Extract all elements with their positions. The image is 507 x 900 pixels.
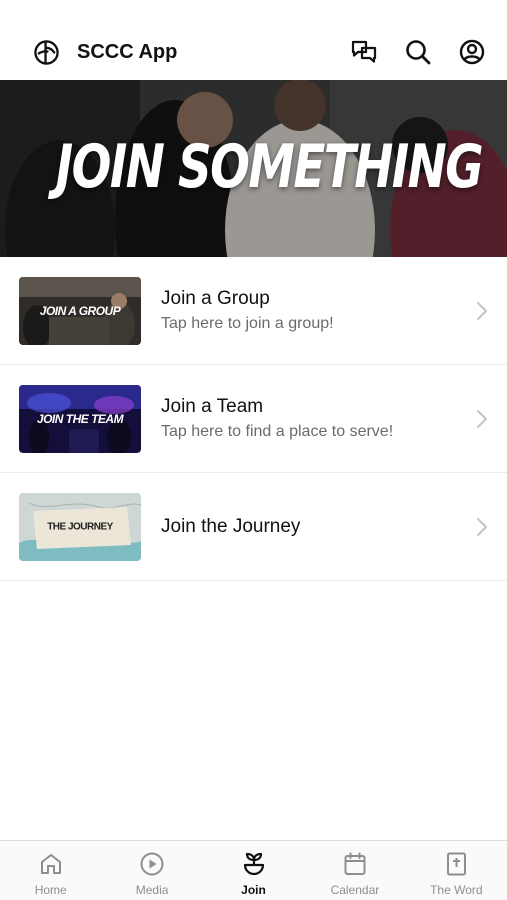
list-item-join-team[interactable]: JOIN THE TEAM Join a Team Tap here to fi… bbox=[0, 365, 507, 473]
tab-label: The Word bbox=[430, 883, 483, 897]
search-icon bbox=[406, 40, 431, 65]
list-item-join-journey[interactable]: THE JOURNEY Join the Journey bbox=[0, 473, 507, 581]
join-group-thumbnail: JOIN A GROUP bbox=[19, 276, 141, 345]
item-subtitle: Tap here to find a place to serve! bbox=[161, 423, 394, 440]
sprout-icon bbox=[243, 852, 264, 876]
tab-label: Calendar bbox=[330, 883, 380, 897]
search-button[interactable] bbox=[403, 37, 433, 67]
join-list: JOIN A GROUP Join a Group Tap here to jo… bbox=[0, 257, 507, 581]
tab-label: Media bbox=[135, 883, 169, 897]
join-journey-thumbnail: THE JOURNEY bbox=[19, 492, 141, 561]
chat-icon bbox=[351, 40, 377, 63]
chevron-right-icon bbox=[477, 517, 487, 536]
tab-label: Join bbox=[241, 883, 266, 897]
chat-button[interactable] bbox=[349, 37, 379, 67]
item-title: Join the Journey bbox=[161, 515, 301, 537]
join-group-thumbnail-text: JOIN A GROUP bbox=[39, 303, 121, 318]
tab-home[interactable]: Home bbox=[0, 841, 101, 900]
chevron-right-icon bbox=[477, 409, 487, 428]
tab-calendar[interactable]: Calendar bbox=[304, 841, 405, 900]
app-header: SCCC App bbox=[0, 24, 507, 80]
account-icon bbox=[459, 39, 485, 65]
item-title: Join a Team bbox=[161, 396, 264, 417]
tab-bar: Home Media Join Calendar The Word bbox=[0, 840, 507, 900]
church-logo-icon bbox=[34, 39, 59, 65]
join-journey-thumbnail-text: THE JOURNEY bbox=[47, 521, 113, 532]
list-item-join-group[interactable]: JOIN A GROUP Join a Group Tap here to jo… bbox=[0, 257, 507, 365]
app-title: SCCC App bbox=[77, 40, 178, 63]
hero-banner: JOIN SOMETHING bbox=[0, 80, 507, 257]
item-subtitle: Tap here to join a group! bbox=[161, 315, 334, 332]
item-title: Join a Group bbox=[161, 288, 270, 309]
play-icon bbox=[140, 852, 164, 876]
tab-media[interactable]: Media bbox=[101, 841, 202, 900]
hero-title: JOIN SOMETHING bbox=[55, 132, 484, 202]
tab-join[interactable]: Join bbox=[203, 841, 304, 900]
join-team-thumbnail: JOIN THE TEAM bbox=[19, 384, 141, 453]
tab-the-word[interactable]: The Word bbox=[406, 841, 507, 900]
account-button[interactable] bbox=[457, 37, 487, 67]
chevron-right-icon bbox=[477, 301, 487, 320]
home-icon bbox=[40, 854, 61, 874]
status-bar bbox=[0, 0, 507, 24]
bible-icon bbox=[447, 852, 467, 876]
calendar-icon bbox=[344, 852, 366, 875]
header-actions bbox=[349, 37, 487, 67]
join-team-thumbnail-text: JOIN THE TEAM bbox=[36, 411, 124, 426]
tab-label: Home bbox=[34, 883, 67, 897]
